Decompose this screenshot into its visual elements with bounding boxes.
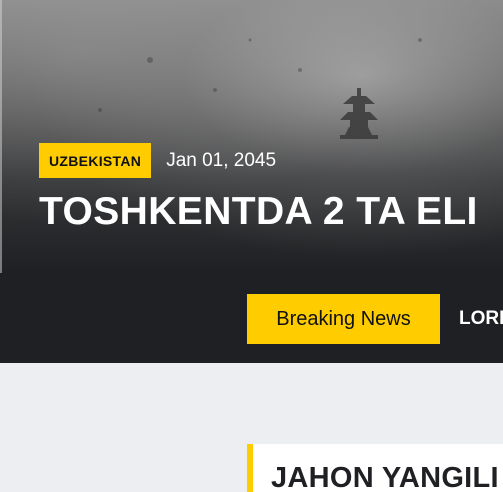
hero-image-edge xyxy=(0,0,2,273)
breaking-news-ticker: Breaking News LORI xyxy=(247,294,503,344)
section-title: JAHON YANGILI xyxy=(271,462,499,492)
section-header: JAHON YANGILI xyxy=(247,444,503,492)
breaking-news-label: Breaking News xyxy=(247,294,440,344)
post-date: Jan 01, 2045 xyxy=(166,149,277,171)
post-meta: UZBEKISTAN Jan 01, 2045 xyxy=(39,143,276,178)
hero-headline[interactable]: TOSHKENTDA 2 TA ELI xyxy=(39,188,478,236)
ticker-headline-link[interactable]: LORI xyxy=(459,308,503,330)
category-badge[interactable]: UZBEKISTAN xyxy=(39,143,152,178)
hero-banner: UZBEKISTAN Jan 01, 2045 TOSHKENTDA 2 TA … xyxy=(0,0,503,363)
